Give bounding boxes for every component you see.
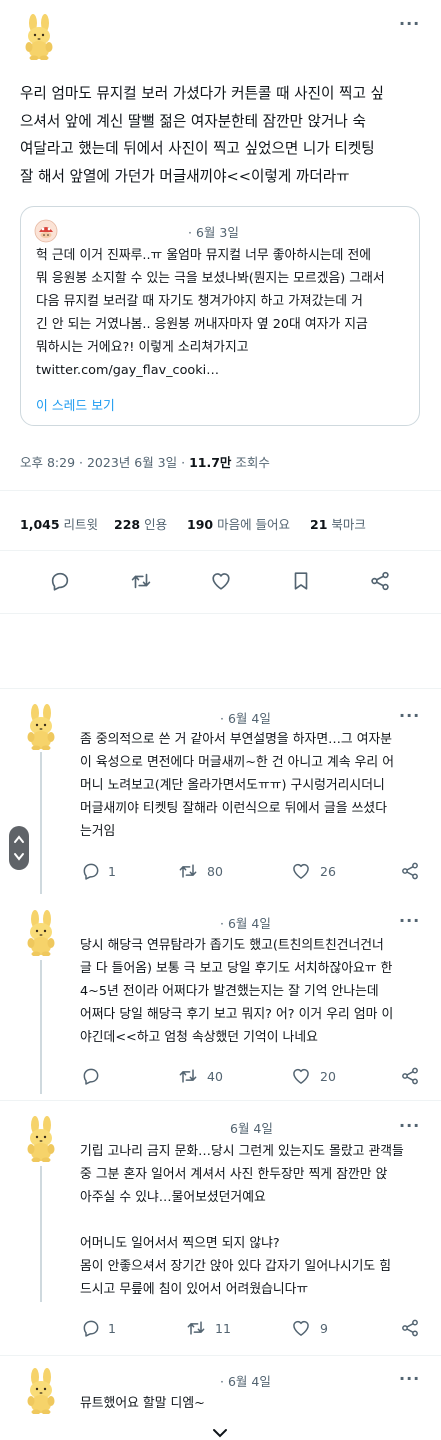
thread-line xyxy=(40,1166,42,1302)
quotes-count: 228 xyxy=(114,517,141,532)
bunny-avatar[interactable] xyxy=(24,910,58,956)
reply-date: 6월 4일 xyxy=(230,1121,273,1136)
tweet-text: 우리 엄마도 뮤지컬 보러 가셨다가 커튼콜 때 사진이 찍고 싶 으셔서 앞에… xyxy=(20,85,384,185)
share-icon[interactable] xyxy=(400,861,420,881)
reply-count: 1 xyxy=(108,864,116,879)
retweet-icon[interactable] xyxy=(178,861,198,881)
divider xyxy=(0,1355,441,1356)
like-icon[interactable] xyxy=(291,1066,311,1086)
quote-date: · 6월 3일 xyxy=(188,225,239,240)
reply-text: 좀 중의적으로 쓴 거 같아서 부연설명을 하자면…그 여자분 이 육성으로 면… xyxy=(80,732,395,839)
bookmarks-count: 21 xyxy=(310,517,328,532)
bunny-avatar[interactable] xyxy=(24,704,58,750)
like-icon[interactable] xyxy=(210,570,232,592)
more-icon[interactable]: ··· xyxy=(399,706,420,725)
like-count: 9 xyxy=(320,1321,328,1336)
divider xyxy=(0,550,441,551)
stat-retweets[interactable]: 1,045 리트윗 xyxy=(20,514,98,533)
quote-avatar-icon xyxy=(34,219,58,243)
more-icon[interactable]: ··· xyxy=(399,911,420,930)
reply-icon[interactable] xyxy=(81,1066,101,1086)
reply-icon[interactable] xyxy=(81,1318,101,1338)
retweet-count: 80 xyxy=(207,864,223,879)
timestamp-text: 오후 8:29 · 2023년 6월 3일 · xyxy=(20,455,190,470)
more-icon[interactable]: ··· xyxy=(399,1369,420,1388)
divider xyxy=(0,490,441,491)
reply-icon[interactable] xyxy=(49,570,71,592)
stat-quotes[interactable]: 228 인용 xyxy=(114,514,167,533)
divider xyxy=(0,1100,441,1101)
views-label: 조회수 xyxy=(231,455,270,470)
share-icon[interactable] xyxy=(369,570,391,592)
retweet-icon[interactable] xyxy=(130,570,152,592)
scroll-handle[interactable] xyxy=(9,826,29,870)
more-icon[interactable]: ··· xyxy=(399,1116,420,1135)
like-icon[interactable] xyxy=(291,861,311,881)
more-icon[interactable]: ··· xyxy=(399,14,420,33)
chevron-down-icon[interactable] xyxy=(209,1428,231,1440)
likes-label: 마음에 들어요 xyxy=(213,517,291,532)
stat-bookmarks[interactable]: 21 북마크 xyxy=(310,514,366,533)
views-count: 11.7만 xyxy=(189,455,232,470)
reply-date: · 6월 4일 xyxy=(220,1374,271,1389)
reply-date: · 6월 4일 xyxy=(220,711,271,726)
retweet-icon[interactable] xyxy=(186,1318,206,1338)
reply-text: 뮤트했어요 할말 디엠~ xyxy=(80,1396,205,1411)
reply-date: · 6월 4일 xyxy=(220,916,271,931)
retweets-label: 리트윗 xyxy=(59,517,99,532)
divider xyxy=(0,688,441,689)
likes-count: 190 xyxy=(187,517,214,532)
reply-count: 1 xyxy=(108,1321,116,1336)
divider xyxy=(0,613,441,614)
thread-line xyxy=(40,960,42,1094)
bunny-avatar[interactable] xyxy=(22,14,56,60)
like-count: 20 xyxy=(320,1069,336,1084)
bookmarks-label: 북마크 xyxy=(327,517,366,532)
bookmark-icon[interactable] xyxy=(290,570,312,592)
thread-line xyxy=(40,752,42,894)
bunny-avatar[interactable] xyxy=(24,1368,58,1414)
retweet-count: 40 xyxy=(207,1069,223,1084)
reply-text: 당시 해당극 연뮤탐라가 좁기도 했고(트친의트친건너건너 글 다 들어옴) 보… xyxy=(80,938,394,1045)
retweet-count: 11 xyxy=(215,1321,231,1336)
share-icon[interactable] xyxy=(400,1318,420,1338)
show-thread-link[interactable]: 이 스레드 보기 xyxy=(36,395,115,414)
like-count: 26 xyxy=(320,864,336,879)
reply-text: 기립 고나리 금지 문화…당시 그런게 있는지도 몰랐고 관객들 중 그분 혼자… xyxy=(80,1144,404,1297)
quote-text: 헉 근데 이거 진짜루..ㅠ 울엄마 뮤지컬 너무 좋아하시는데 전에 뭐 응원… xyxy=(36,248,385,378)
reply-icon[interactable] xyxy=(81,861,101,881)
stat-likes[interactable]: 190 마음에 들어요 xyxy=(187,514,290,533)
retweets-count: 1,045 xyxy=(20,517,60,532)
quotes-label: 인용 xyxy=(140,517,168,532)
tweet-timestamp: 오후 8:29 · 2023년 6월 3일 · 11.7만 조회수 xyxy=(20,452,270,471)
bunny-avatar[interactable] xyxy=(24,1116,58,1162)
share-icon[interactable] xyxy=(400,1066,420,1086)
retweet-icon[interactable] xyxy=(178,1066,198,1086)
like-icon[interactable] xyxy=(291,1318,311,1338)
